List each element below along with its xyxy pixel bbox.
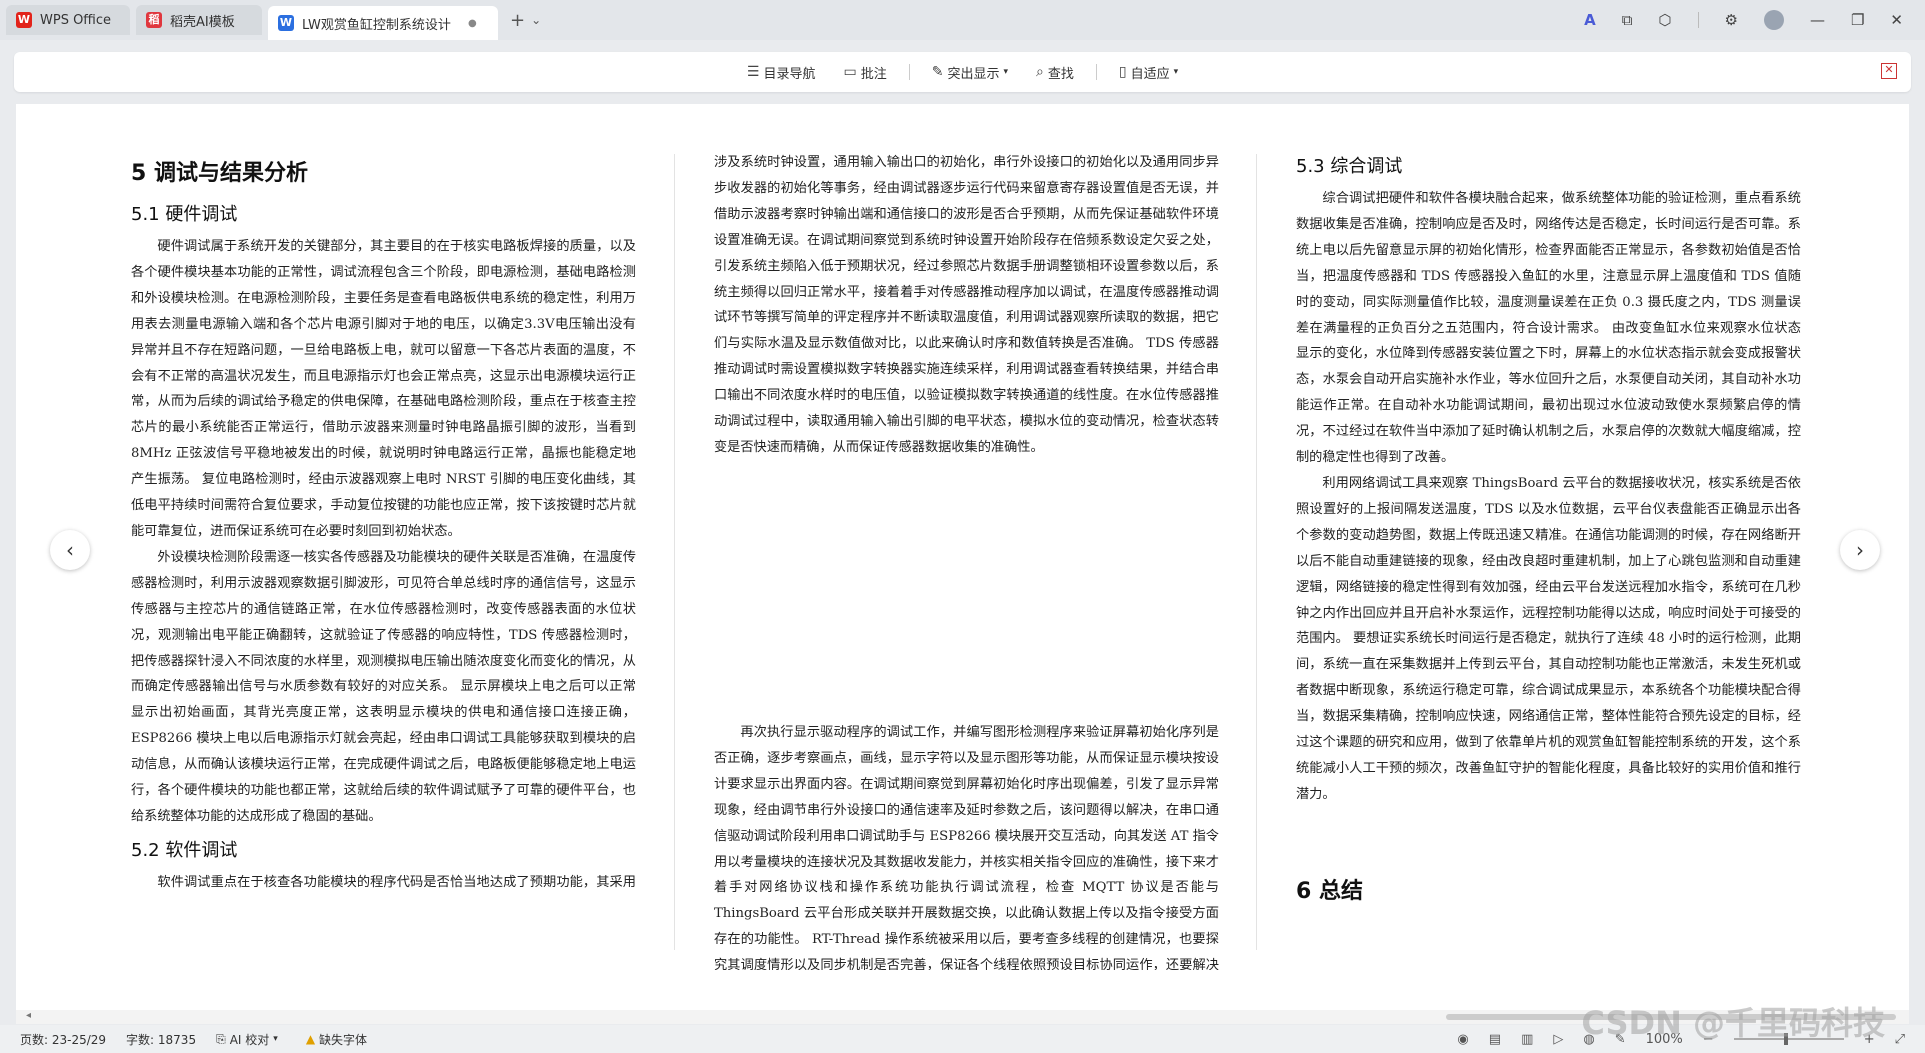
unsaved-dot-icon: ● — [468, 17, 477, 29]
page-icon: ▯ — [1118, 64, 1127, 80]
section-5-2-heading: 5.2 软件调试 — [131, 839, 238, 861]
section-5-3-heading: 5.3 综合调试 — [1296, 156, 1403, 177]
toc-nav-label: 目录导航 — [763, 66, 816, 82]
ai-assistant-icon[interactable]: A — [1584, 11, 1596, 29]
warning-icon: ▲ — [305, 1032, 316, 1046]
wps-logo-icon: W — [16, 12, 32, 28]
chevron-down-icon: ▾ — [273, 1034, 278, 1044]
paragraph: 软件调试重点在于核查各功能模块的程序代码是否恰当地达成了预期功能，其采用分模块，… — [157, 874, 636, 890]
cube-icon[interactable]: ⬡ — [1658, 11, 1671, 29]
chevron-right-icon: › — [1856, 538, 1864, 562]
paragraph: 硬件调试属于系统开发的关键部分，其主要目的在于核实电路板焊接的质量，以及各个硬件… — [131, 239, 636, 539]
chapter-5-heading: 5 调试与结果分析 — [131, 161, 308, 186]
document-view: 5 调试与结果分析 5.1 硬件调试 硬件调试属于系统开发的关键部分，其主要目的… — [16, 104, 1909, 1010]
page-column-right: 5.3 综合调试 综合调试把硬件和软件各模块融合起来，做系统整体功能的验证检测，… — [1296, 144, 1801, 918]
outline-view-icon[interactable]: ▥ — [1521, 1032, 1533, 1047]
highlight-label: 突出显示 — [947, 66, 1000, 82]
chevron-down-icon: ▾ — [1173, 67, 1179, 77]
toc-nav-button[interactable]: ☰ 目录导航 — [741, 60, 822, 85]
separator — [1095, 64, 1097, 80]
column-divider — [674, 154, 675, 950]
chevron-down-icon: ▾ — [1003, 67, 1008, 77]
find-label: 查找 — [1047, 66, 1074, 82]
paragraph: 软件调试重点在于核查各功能模块的程序代码是否恰当地达成了预期功能，其采用分模块，… — [714, 155, 1219, 455]
tab-docer-templates[interactable]: 稻 稻壳AI模板 — [136, 5, 262, 35]
ai-proofread-button[interactable]: ⎘ AI 校对 ▾ — [216, 1031, 278, 1048]
play-icon[interactable]: ▷ — [1553, 1032, 1563, 1047]
restore-icon[interactable]: ❐ — [1851, 11, 1864, 29]
comment-button[interactable]: ▭ 批注 — [837, 60, 892, 85]
page-column-middle: 软件调试重点在于核查各功能模块的程序代码是否恰当地达成了预期功能，其采用分模块，… — [714, 150, 1219, 970]
search-icon: ⌕ — [1035, 64, 1044, 80]
chevron-left-icon: ‹ — [66, 538, 74, 562]
avatar[interactable] — [1763, 10, 1784, 30]
watermark: CSDN @千里码科技 — [1581, 1004, 1885, 1042]
settings-icon[interactable]: ⚙ — [1725, 11, 1738, 29]
ai-proofread-label: AI 校对 — [229, 1032, 270, 1047]
chapter-6-heading: 6 总结 — [1296, 878, 1363, 904]
highlighter-icon: ✎ — [931, 64, 944, 80]
section-5-1-heading: 5.1 硬件调试 — [131, 204, 238, 225]
paragraph: 利用网络调试工具来观察 ThingsBoard 云平台的数据接收状况，核实系统是… — [1296, 475, 1801, 802]
exit-reading-mode-icon[interactable]: ✕ — [1881, 63, 1897, 79]
column-divider — [1256, 154, 1257, 950]
minimize-icon[interactable]: — — [1810, 11, 1825, 29]
scroll-left-icon[interactable]: ◂ — [26, 1010, 31, 1021]
close-icon[interactable]: ✕ — [1890, 11, 1903, 29]
next-page-button[interactable]: › — [1840, 530, 1880, 570]
missing-font-button[interactable]: ▲ 缺失字体 — [306, 1031, 367, 1048]
paragraph: 外设模块检测阶段需逐一核实各传感器及功能模块的硬件关联是否准确，在温度传感器检测… — [131, 549, 636, 824]
reading-toolbar: ☰ 目录导航 ▭ 批注 ✎ 突出显示 ▾ ⌕ 查找 ▯ 自适应 ▾ ✕ — [14, 52, 1911, 92]
tab-label: 稻壳AI模板 — [170, 14, 235, 30]
tab-label: LW观赏鱼缸控制系统设计.d — [302, 17, 452, 33]
eye-icon[interactable]: ◉ — [1457, 1032, 1468, 1047]
separator — [1697, 12, 1699, 28]
fullscreen-icon[interactable]: ⤢ — [1895, 1032, 1905, 1047]
new-tab-icon[interactable]: + — [510, 10, 525, 31]
chevron-down-icon[interactable]: ⌄ — [531, 13, 541, 27]
tab-wps-office[interactable]: W WPS Office — [6, 5, 130, 35]
paragraph-continued: 软件调试重点在于核查各功能模块的程序代码是否恰当地达成了预期功能，其采用分模块，… — [714, 150, 1219, 720]
missing-font-label: 缺失字体 — [319, 1032, 368, 1047]
separator — [908, 64, 910, 80]
find-button[interactable]: ⌕ 查找 — [1030, 60, 1080, 85]
list-icon: ☰ — [746, 64, 760, 80]
page-count[interactable]: 页数: 23-25/29 — [20, 1031, 106, 1048]
word-count[interactable]: 字数: 18735 — [126, 1031, 196, 1048]
page-view-icon[interactable]: ▤ — [1489, 1032, 1501, 1047]
page-column-left: 5 调试与结果分析 5.1 硬件调试 硬件调试属于系统开发的关键部分，其主要目的… — [131, 144, 636, 896]
paragraph: 再次执行显示驱动程序的调试工作，并编写图形检测程序来验证屏幕初始化序列是否正确，… — [714, 725, 1219, 970]
fit-mode-button[interactable]: ▯ 自适应 ▾ — [1113, 60, 1184, 85]
highlight-button[interactable]: ✎ 突出显示 ▾ — [926, 60, 1014, 85]
word-doc-icon: W — [278, 15, 294, 31]
tab-label: WPS Office — [40, 12, 112, 28]
comment-label: 批注 — [860, 66, 887, 82]
window-controls: A ⧉ ⬡ ⚙ — ❐ ✕ — [1584, 0, 1925, 40]
previous-page-button[interactable]: ‹ — [50, 530, 90, 570]
docer-logo-icon: 稻 — [146, 12, 162, 28]
tab-document[interactable]: W LW观赏鱼缸控制系统设计.d ● — [268, 6, 498, 40]
window-layout-icon[interactable]: ⧉ — [1622, 11, 1633, 29]
comment-icon: ▭ — [843, 64, 857, 80]
fit-mode-label: 自适应 — [1130, 66, 1170, 82]
paragraph: 综合调试把硬件和软件各模块融合起来，做系统整体功能的验证检测，重点看系统数据收集… — [1296, 191, 1801, 466]
proofread-icon: ⎘ — [216, 1031, 226, 1046]
